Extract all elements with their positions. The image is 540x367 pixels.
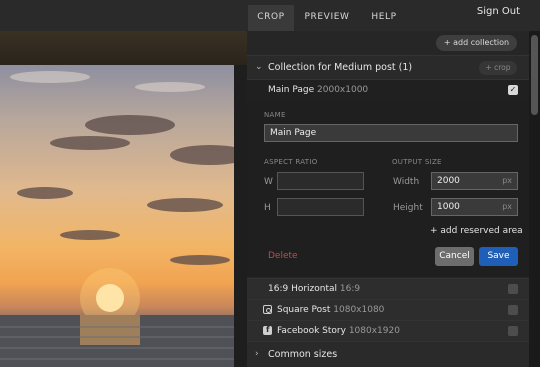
height-label: Height — [393, 203, 423, 213]
tab-help[interactable]: HELP — [362, 5, 406, 31]
crop-item-checkbox[interactable] — [508, 326, 518, 336]
crop-item-main-page[interactable]: Main Page 2000x1000 ✓ — [247, 79, 529, 100]
collection-title: Collection for Medium post (1) — [268, 62, 413, 73]
add-crop-button[interactable]: + crop — [479, 61, 517, 75]
aspect-height-input[interactable] — [277, 198, 364, 216]
facebook-icon — [263, 325, 272, 335]
name-label: NAME — [264, 111, 286, 119]
instagram-icon — [263, 305, 272, 314]
image-overflow-strip — [0, 31, 247, 65]
cancel-button[interactable]: Cancel — [435, 247, 474, 266]
top-bar: CROP PREVIEW HELP Sign Out — [0, 0, 540, 31]
crop-item-facebook-story[interactable]: Facebook Story 1080x1920 — [247, 320, 529, 341]
crop-panel: + add collection ⌄ Collection for Medium… — [247, 31, 540, 367]
name-input[interactable]: Main Page — [264, 124, 518, 142]
output-height-input[interactable]: 1000 px — [431, 198, 518, 216]
collection-header[interactable]: ⌄ Collection for Medium post (1) + crop — [247, 55, 529, 79]
chevron-right-icon: › — [255, 349, 259, 359]
crop-item-label: Main Page 2000x1000 — [268, 85, 369, 95]
tab-crop[interactable]: CROP — [248, 5, 294, 31]
output-size-label: OUTPUT SIZE — [392, 158, 442, 166]
output-width-input[interactable]: 2000 px — [431, 172, 518, 190]
sunset-illustration — [0, 71, 234, 367]
common-sizes-row[interactable]: › Common sizes — [247, 341, 529, 367]
crop-item-square-post[interactable]: Square Post 1080x1080 — [247, 299, 529, 320]
top-bar-left — [0, 0, 247, 31]
crop-item-checkbox[interactable] — [508, 305, 518, 315]
w-label: W — [264, 177, 273, 187]
common-sizes-label: Common sizes — [268, 349, 338, 360]
crop-item-checkbox[interactable] — [508, 284, 518, 294]
sunset-photo[interactable] — [0, 65, 234, 367]
crop-item-label: Square Post 1080x1080 — [277, 305, 385, 315]
save-button[interactable]: Save — [479, 247, 518, 266]
scrollbar-thumb[interactable] — [531, 35, 538, 115]
aspect-width-input[interactable] — [277, 172, 364, 190]
crop-item-16-9-horizontal[interactable]: 16:9 Horizontal 16:9 — [247, 278, 529, 299]
h-label: H — [264, 203, 271, 213]
crop-item-label: 16:9 Horizontal 16:9 — [268, 284, 361, 294]
panel-content: + add collection ⌄ Collection for Medium… — [247, 31, 529, 367]
add-collection-button[interactable]: + add collection — [436, 35, 517, 51]
crop-item-label: Facebook Story 1080x1920 — [277, 326, 400, 336]
sign-out-link[interactable]: Sign Out — [477, 6, 520, 17]
crop-editor: NAME Main Page ASPECT RATIO OUTPUT SIZE … — [247, 100, 529, 277]
image-canvas — [0, 31, 247, 367]
crop-item-checkbox[interactable]: ✓ — [508, 85, 518, 95]
chevron-down-icon: ⌄ — [255, 62, 263, 72]
aspect-ratio-label: ASPECT RATIO — [264, 158, 318, 166]
delete-button[interactable]: Delete — [268, 251, 298, 261]
tab-preview[interactable]: PREVIEW — [298, 5, 356, 31]
add-reserved-area-link[interactable]: + add reserved area — [430, 226, 523, 236]
width-label: Width — [393, 177, 420, 187]
panel-scrollbar[interactable] — [529, 31, 540, 367]
